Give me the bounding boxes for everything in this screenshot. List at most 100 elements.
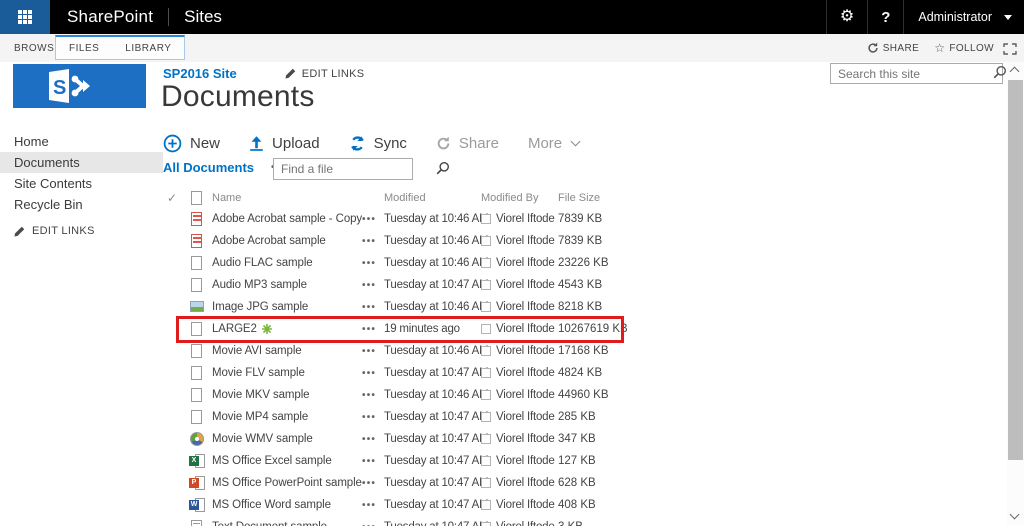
presence-indicator-icon (481, 346, 491, 356)
row-menu-button[interactable]: ••• (362, 456, 384, 467)
sidebar-item-site-contents[interactable]: Site Contents (0, 173, 163, 194)
settings-button[interactable]: ⚙ (825, 0, 867, 34)
modified-by-link[interactable]: Viorel Iftode (496, 499, 555, 511)
modified-by-link[interactable]: Viorel Iftode (496, 367, 555, 379)
modified-by-link[interactable]: Viorel Iftode (496, 235, 555, 247)
sites-link[interactable]: Sites (184, 0, 222, 34)
tab-files[interactable]: FILES (56, 43, 112, 54)
site-search-input[interactable] (831, 66, 993, 81)
follow-button[interactable]: ☆ FOLLOW (934, 42, 994, 54)
breadcrumb-site-link[interactable]: SP2016 Site (163, 66, 237, 81)
table-row[interactable]: Audio MP3 sample ••• Tuesday at 10:47 AM… (163, 274, 763, 296)
table-row[interactable]: MS Office PowerPoint sample ••• Tuesday … (163, 472, 763, 494)
row-menu-button[interactable]: ••• (362, 236, 384, 247)
row-menu-button[interactable]: ••• (362, 214, 384, 225)
table-row[interactable]: Movie MKV sample ••• Tuesday at 10:46 AM… (163, 384, 763, 406)
help-button[interactable]: ? (867, 0, 903, 34)
focus-brackets-icon (1003, 43, 1017, 55)
row-menu-button[interactable]: ••• (362, 280, 384, 291)
column-header-modified[interactable]: Modified (384, 192, 481, 204)
row-menu-button[interactable]: ••• (362, 412, 384, 423)
file-name-link[interactable]: LARGE2 (212, 323, 257, 335)
table-row[interactable]: Image JPG sample ••• Tuesday at 10:46 AM… (163, 296, 763, 318)
view-selector[interactable]: All Documents (163, 160, 254, 175)
file-name-link[interactable]: MS Office Word sample (212, 499, 331, 511)
modified-by-link[interactable]: Viorel Iftode (496, 279, 555, 291)
more-button[interactable]: More (528, 135, 581, 152)
edit-links-button[interactable]: EDIT LINKS (285, 68, 365, 80)
row-menu-button[interactable]: ••• (362, 500, 384, 511)
modified-by-link[interactable]: Viorel Iftode (496, 477, 555, 489)
new-button[interactable]: New (163, 134, 220, 153)
table-row[interactable]: LARGE2 ••• 19 minutes ago Viorel Iftode … (163, 318, 763, 340)
table-row[interactable]: Audio FLAC sample ••• Tuesday at 10:46 A… (163, 252, 763, 274)
sidebar-item-recycle-bin[interactable]: Recycle Bin (0, 194, 163, 215)
focus-on-content-button[interactable] (1003, 42, 1017, 60)
file-name-link[interactable]: MS Office Excel sample (212, 455, 332, 467)
file-name-link[interactable]: Movie MKV sample (212, 389, 310, 401)
scrollbar-thumb[interactable] (1008, 80, 1023, 460)
row-menu-button[interactable]: ••• (362, 478, 384, 489)
sidebar-edit-links-button[interactable]: EDIT LINKS (14, 225, 95, 237)
sidebar-item-home[interactable]: Home (0, 131, 163, 152)
file-name-link[interactable]: Movie FLV sample (212, 367, 305, 379)
modified-by-link[interactable]: Viorel Iftode (496, 301, 555, 313)
row-menu-button[interactable]: ••• (362, 434, 384, 445)
file-name-link[interactable]: Movie WMV sample (212, 433, 313, 445)
column-header-modified-by[interactable]: Modified By (481, 192, 552, 204)
select-all-checkmark[interactable]: ✓ (163, 191, 189, 205)
file-name-link[interactable]: Audio MP3 sample (212, 279, 307, 291)
file-name-link[interactable]: Audio FLAC sample (212, 257, 313, 269)
sidebar-item-documents[interactable]: Documents (0, 152, 163, 173)
table-row[interactable]: Text Document sample ••• Tuesday at 10:4… (163, 516, 763, 526)
row-menu-button[interactable]: ••• (362, 346, 384, 357)
row-menu-button[interactable]: ••• (362, 302, 384, 313)
table-row[interactable]: Movie MP4 sample ••• Tuesday at 10:47 AM… (163, 406, 763, 428)
file-name-link[interactable]: Adobe Acrobat sample - Copy (212, 213, 362, 225)
row-menu-button[interactable]: ••• (362, 258, 384, 269)
upload-button[interactable]: Upload (249, 135, 320, 152)
find-file-search-button[interactable] (436, 159, 456, 180)
column-header-file-size[interactable]: File Size (552, 192, 763, 204)
modified-by-link[interactable]: Viorel Iftode (496, 433, 555, 445)
table-row[interactable]: Movie WMV sample ••• Tuesday at 10:47 AM… (163, 428, 763, 450)
modified-by-link[interactable]: Viorel Iftode (496, 213, 555, 225)
modified-by-link[interactable]: Viorel Iftode (496, 345, 555, 357)
modified-by-link[interactable]: Viorel Iftode (496, 411, 555, 423)
file-name-link[interactable]: Movie AVI sample (212, 345, 302, 357)
user-menu-button[interactable]: Administrator (903, 0, 1024, 34)
table-row[interactable]: MS Office Word sample ••• Tuesday at 10:… (163, 494, 763, 516)
modified-by-link[interactable]: Viorel Iftode (496, 389, 555, 401)
file-name-link[interactable]: Adobe Acrobat sample (212, 235, 326, 247)
row-menu-button[interactable]: ••• (362, 324, 384, 335)
file-name-link[interactable]: Text Document sample (212, 521, 327, 526)
scroll-up-button[interactable] (1009, 66, 1020, 77)
find-file-input[interactable] (274, 162, 436, 176)
file-name-link[interactable]: MS Office PowerPoint sample (212, 477, 362, 489)
modified-by-link[interactable]: Viorel Iftode (496, 521, 555, 526)
modified-by-link[interactable]: Viorel Iftode (496, 323, 555, 335)
app-launcher-button[interactable] (0, 0, 50, 34)
column-header-name[interactable]: Name (212, 192, 362, 204)
row-menu-button[interactable]: ••• (362, 390, 384, 401)
row-menu-button[interactable]: ••• (362, 368, 384, 379)
table-row[interactable]: Movie FLV sample ••• Tuesday at 10:47 AM… (163, 362, 763, 384)
sharepoint-logo[interactable]: S (13, 64, 146, 108)
plus-circle-icon (163, 134, 182, 152)
modified-by-link[interactable]: Viorel Iftode (496, 455, 555, 467)
file-size-cell: 408 KB (558, 499, 596, 511)
share-document-button[interactable]: Share (436, 135, 499, 152)
file-name-link[interactable]: Image JPG sample (212, 301, 308, 313)
table-row[interactable]: Movie AVI sample ••• Tuesday at 10:46 AM… (163, 340, 763, 362)
table-row[interactable]: Adobe Acrobat sample - Copy ••• Tuesday … (163, 208, 763, 230)
scroll-down-button[interactable] (1009, 509, 1020, 520)
row-menu-button[interactable]: ••• (362, 522, 384, 526)
sync-button[interactable]: Sync (349, 135, 407, 152)
tab-library[interactable]: LIBRARY (112, 43, 184, 54)
file-name-link[interactable]: Movie MP4 sample (212, 411, 308, 423)
modified-by-link[interactable]: Viorel Iftode (496, 257, 555, 269)
table-row[interactable]: MS Office Excel sample ••• Tuesday at 10… (163, 450, 763, 472)
share-button[interactable]: SHARE (867, 42, 919, 54)
file-size-cell: 628 KB (558, 477, 596, 489)
table-row[interactable]: Adobe Acrobat sample ••• Tuesday at 10:4… (163, 230, 763, 252)
